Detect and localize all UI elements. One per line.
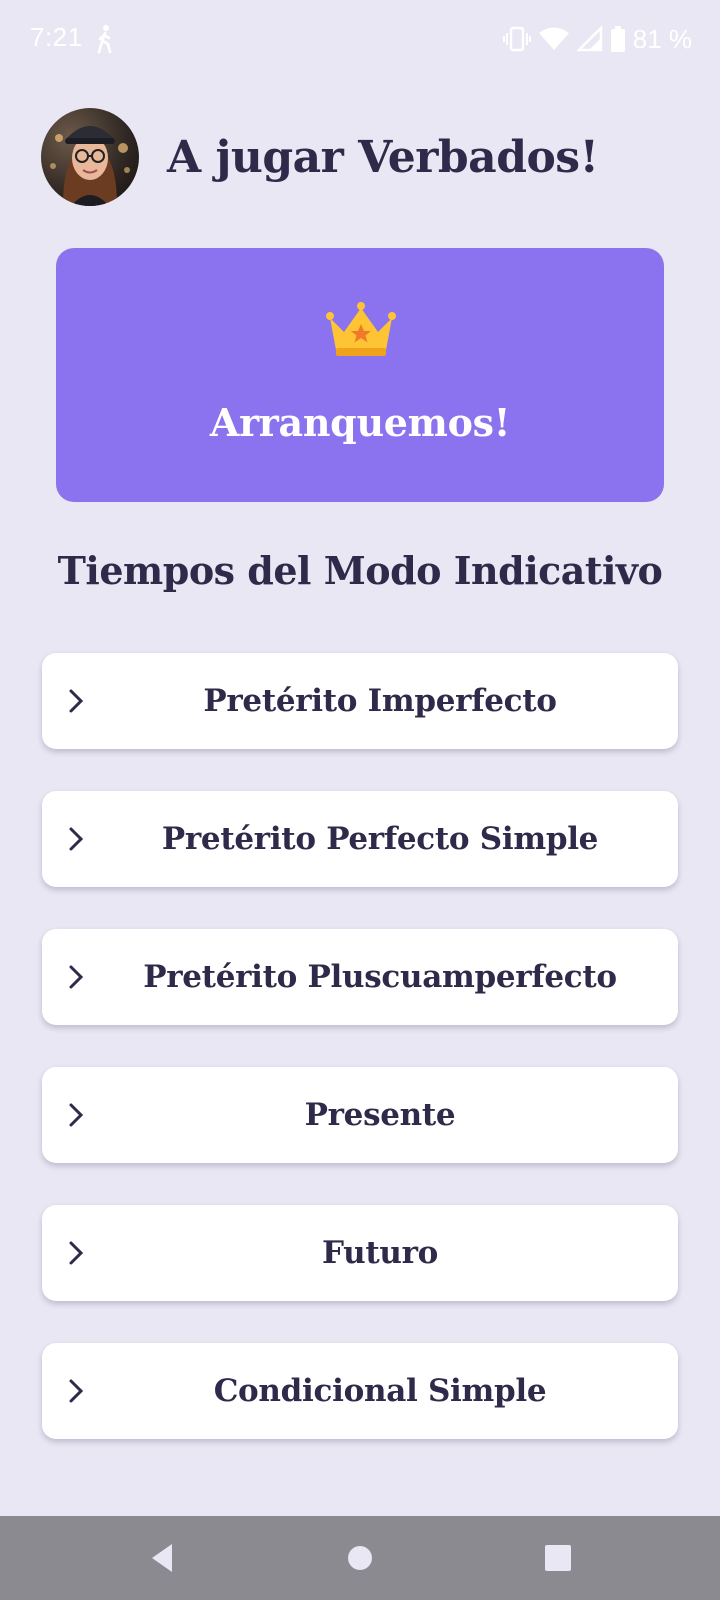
- tense-label: Pretérito Perfecto Simple: [161, 821, 599, 857]
- tense-list: Pretérito Imperfecto Pretérito Perfecto …: [42, 653, 678, 1481]
- tense-label: Pretérito Imperfecto: [203, 683, 557, 719]
- wifi-icon: [538, 27, 569, 50]
- tense-item-condicional-simple[interactable]: Condicional Simple: [42, 1343, 678, 1439]
- tense-label: Pretérito Pluscuamperfecto: [143, 959, 617, 995]
- recents-icon[interactable]: [538, 1538, 578, 1578]
- avatar[interactable]: [41, 108, 139, 206]
- signal-icon: [576, 26, 602, 52]
- walk-icon: [97, 25, 112, 54]
- section-title: Tiempos del Modo Indicativo: [57, 548, 663, 593]
- status-icons: 81 %: [502, 22, 692, 56]
- start-game-label: Arranquemos!: [209, 400, 511, 445]
- back-icon[interactable]: [142, 1538, 182, 1578]
- page-title: A jugar Verbados!: [167, 131, 599, 183]
- status-time: 7:21: [30, 22, 83, 52]
- battery-icon: [610, 26, 625, 52]
- battery-percentage: 81 %: [632, 23, 692, 54]
- system-nav-bar: [0, 1516, 720, 1600]
- tense-item-preterito-pluscuamperfecto[interactable]: Pretérito Pluscuamperfecto: [42, 929, 678, 1025]
- start-game-card[interactable]: Arranquemos!: [56, 248, 664, 502]
- app-header: A jugar Verbados!: [41, 108, 599, 206]
- tense-label: Presente: [304, 1097, 456, 1133]
- tense-item-preterito-perfecto-simple[interactable]: Pretérito Perfecto Simple: [42, 791, 678, 887]
- tense-item-futuro[interactable]: Futuro: [42, 1205, 678, 1301]
- vibrate-icon: [502, 26, 531, 52]
- crown-icon: [326, 302, 396, 356]
- tense-label: Condicional Simple: [213, 1373, 547, 1409]
- tense-item-preterito-imperfecto[interactable]: Pretérito Imperfecto: [42, 653, 678, 749]
- avatar-image: [50, 126, 130, 206]
- tense-label: Futuro: [321, 1235, 439, 1271]
- tense-item-presente[interactable]: Presente: [42, 1067, 678, 1163]
- home-icon[interactable]: [340, 1538, 380, 1578]
- status-bar: 7:21 81 %: [0, 0, 720, 80]
